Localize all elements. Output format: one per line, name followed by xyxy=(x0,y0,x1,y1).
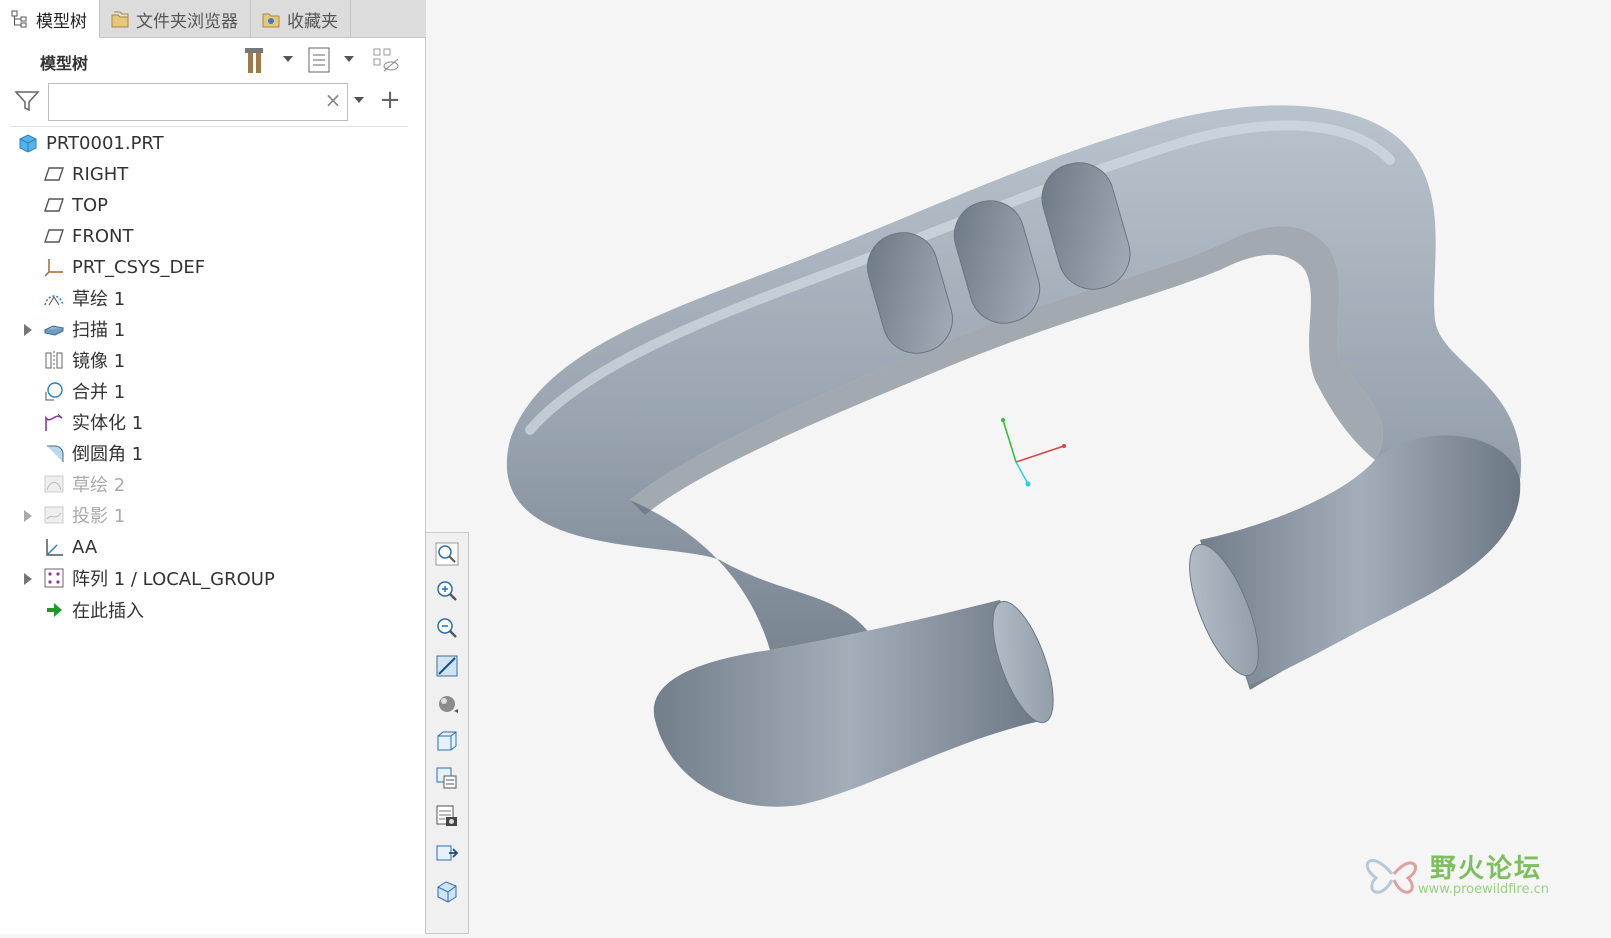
tree-item-label: AA xyxy=(72,536,98,558)
tree-item-label: 合并 1 xyxy=(72,382,126,403)
sketch-icon xyxy=(42,286,66,310)
csys-triad xyxy=(1001,418,1066,487)
tree-item-label: TOP xyxy=(72,194,109,216)
tree-item-sketch-2[interactable]: 草绘 2 xyxy=(42,469,125,499)
tree-item-sketch-1[interactable]: 草绘 1 xyxy=(42,283,125,313)
datum-plane-icon xyxy=(42,162,66,186)
round-icon xyxy=(42,441,66,465)
add-filter-button[interactable]: + xyxy=(378,85,402,115)
zoom-out-icon[interactable] xyxy=(434,615,460,641)
forum-watermark: 野火论坛 www.proewildfire.cn xyxy=(1362,844,1562,904)
expand-icon[interactable] xyxy=(24,510,32,522)
tree-item-merge-1[interactable]: 合并 1 xyxy=(42,376,125,406)
refit-icon[interactable] xyxy=(434,541,460,567)
saved-orientations-icon[interactable] xyxy=(434,728,460,754)
datum-plane-icon xyxy=(42,224,66,248)
solidify-icon xyxy=(42,410,66,434)
tree-item-label: 在此插入 xyxy=(72,601,144,622)
view-toolbar xyxy=(425,532,469,934)
tab-label: 收藏夹 xyxy=(287,11,338,32)
mirror-icon xyxy=(42,348,66,372)
tree-item-mirror-1[interactable]: 镜像 1 xyxy=(42,345,125,375)
filter-row: × + xyxy=(12,80,416,124)
csys-icon xyxy=(42,535,66,559)
csys-icon xyxy=(42,255,66,279)
annotation-display-icon[interactable] xyxy=(434,840,460,866)
sketch-icon xyxy=(42,472,66,496)
part-icon xyxy=(16,131,40,155)
tree-item-prt-csys-def[interactable]: PRT_CSYS_DEF xyxy=(42,252,205,282)
model-render xyxy=(506,105,1522,807)
expand-icon[interactable] xyxy=(24,573,32,585)
snapshot-icon[interactable] xyxy=(434,803,460,829)
chevron-down-icon[interactable] xyxy=(344,56,354,62)
spin-center-icon[interactable] xyxy=(434,878,460,904)
tree-item-top[interactable]: TOP xyxy=(42,190,108,220)
folder-browser-icon xyxy=(111,11,129,28)
tree-item-pattern-1[interactable]: 阵列 1 / LOCAL_GROUP xyxy=(42,563,275,593)
show-hide-icon[interactable] xyxy=(372,45,400,75)
datum-plane-icon xyxy=(42,193,66,217)
tab-folder-browser[interactable]: 文件夹浏览器 xyxy=(100,0,251,38)
settings-tools-icon[interactable] xyxy=(242,45,270,75)
tree-root[interactable]: PRT0001.PRT xyxy=(16,128,164,158)
clear-icon[interactable]: × xyxy=(322,89,344,111)
pattern-icon xyxy=(42,566,66,590)
tree-item-right[interactable]: RIGHT xyxy=(42,159,128,189)
tree-item-label: 扫描 1 xyxy=(72,320,126,341)
expand-icon[interactable] xyxy=(24,324,32,336)
tree-item-label: FRONT xyxy=(72,225,134,247)
model-tree-icon xyxy=(11,10,27,28)
tree-item-insert-here[interactable]: 在此插入 xyxy=(42,595,144,625)
chevron-down-icon[interactable] xyxy=(354,97,364,103)
tree-item-label: 镜像 1 xyxy=(72,351,126,372)
insert-here-icon xyxy=(42,598,66,622)
chevron-down-icon[interactable] xyxy=(283,56,293,62)
tree-root-label: PRT0001.PRT xyxy=(46,132,164,154)
tree-item-front[interactable]: FRONT xyxy=(42,221,134,251)
favorites-icon xyxy=(262,13,280,28)
tree-item-round-1[interactable]: 倒圆角 1 xyxy=(42,438,143,468)
display-style-icon[interactable] xyxy=(434,690,460,716)
view-manager-icon[interactable] xyxy=(434,765,460,791)
panel-tabs: 模型树 文件夹浏览器 收藏夹 xyxy=(0,0,426,38)
tree-item-label: RIGHT xyxy=(72,163,129,185)
tree-item-aa[interactable]: AA xyxy=(42,532,97,562)
tab-label: 模型树 xyxy=(36,11,87,32)
tree-item-label: 阵列 1 / LOCAL_GROUP xyxy=(72,569,275,590)
divider xyxy=(10,126,408,127)
tab-label: 文件夹浏览器 xyxy=(136,11,238,32)
repaint-icon[interactable] xyxy=(434,653,460,679)
zoom-in-icon[interactable] xyxy=(434,578,460,604)
panel-title: 模型树 xyxy=(40,54,89,73)
project-icon xyxy=(42,503,66,527)
tree-item-label: PRT_CSYS_DEF xyxy=(72,256,206,278)
tree-item-label: 实体化 1 xyxy=(72,413,144,434)
tree-item-sweep-1[interactable]: 扫描 1 xyxy=(42,314,125,344)
butterfly-logo-icon xyxy=(1365,859,1417,894)
tab-favorites[interactable]: 收藏夹 xyxy=(251,0,351,38)
tree-item-solidify-1[interactable]: 实体化 1 xyxy=(42,407,143,437)
model-tree-panel: 模型树 文件夹浏览器 收藏夹 模型树 × + PRT0001.PRT RIGHT… xyxy=(0,0,426,934)
tree-item-label: 投影 1 xyxy=(72,506,126,527)
tree-item-label: 草绘 1 xyxy=(72,289,126,310)
search-input[interactable] xyxy=(48,83,348,121)
sweep-icon xyxy=(42,317,66,341)
tab-model-tree[interactable]: 模型树 xyxy=(0,0,100,38)
tree-columns-icon[interactable] xyxy=(306,45,334,75)
merge-icon xyxy=(42,379,66,403)
tree-item-project-1[interactable]: 投影 1 xyxy=(42,500,125,530)
tree-item-label: 草绘 2 xyxy=(72,475,126,496)
tree-item-label: 倒圆角 1 xyxy=(72,444,144,465)
graphics-viewport[interactable] xyxy=(470,0,1611,934)
filter-icon[interactable] xyxy=(14,88,40,114)
watermark-title: 野火论坛 xyxy=(1430,854,1543,884)
watermark-url: www.proewildfire.cn xyxy=(1418,882,1549,897)
